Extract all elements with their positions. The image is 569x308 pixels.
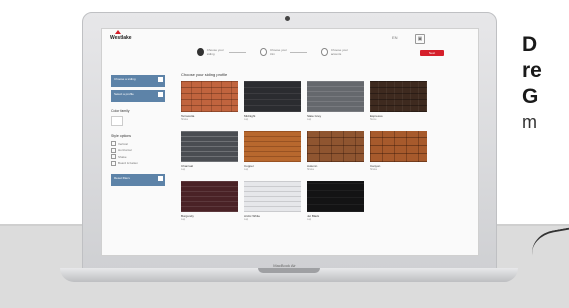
style-option-label: Board & batten <box>118 161 139 165</box>
step-label: Choose your siding <box>206 48 224 56</box>
language-selector[interactable]: EN <box>392 35 398 40</box>
product-card[interactable]: Arctic White Lap <box>244 181 301 221</box>
marketing-line-3: G <box>522 85 539 108</box>
content-title: Choose your siding profile <box>181 72 228 77</box>
brand-logo[interactable]: Westlake <box>110 35 132 41</box>
product-swatch[interactable] <box>181 131 238 162</box>
product-subtitle: Lap <box>307 218 312 221</box>
sidebar-button-label: Choose a siding <box>114 77 136 81</box>
step-label: Choose your trim <box>269 48 287 56</box>
step-progress: Choose your siding Choose your trim Choo… <box>197 48 367 56</box>
product-swatch[interactable] <box>181 181 238 212</box>
product-card[interactable]: Jet Black Lap <box>307 181 364 221</box>
product-swatch[interactable] <box>181 81 238 112</box>
product-card[interactable]: Burgundy Lap <box>181 181 238 221</box>
sidebar-button-label: Select a profile <box>114 92 134 96</box>
step-label: Choose your accents <box>330 48 348 56</box>
marketing-line-1: D <box>522 33 538 56</box>
marketing-line-4: m <box>522 112 537 132</box>
style-title: Style options <box>111 134 132 138</box>
product-subtitle: Lap <box>181 168 186 171</box>
product-subtitle: Lap <box>244 118 249 121</box>
style-option[interactable]: Board & batten <box>111 160 165 166</box>
cart-icon[interactable]: ▣ <box>415 34 425 44</box>
step-2[interactable]: Choose your trim <box>260 48 308 56</box>
checkbox-icon[interactable] <box>111 141 116 146</box>
laptop-screen: Westlake EN ▣ Next Choose your siding Ch… <box>101 28 479 256</box>
step-dot-icon <box>260 48 267 56</box>
style-option-label: Horizontal <box>118 148 132 152</box>
refresh-icon <box>158 175 163 181</box>
step-1[interactable]: Choose your siding <box>197 48 247 56</box>
style-option-label: Vertical <box>118 141 128 146</box>
product-swatch[interactable] <box>307 81 364 112</box>
step-dot-icon <box>197 48 204 56</box>
product-card[interactable]: Espresso Stone <box>370 81 427 121</box>
product-subtitle: Lap <box>307 118 312 121</box>
product-swatch[interactable] <box>370 131 427 162</box>
expand-icon <box>158 77 163 82</box>
checkbox-icon[interactable] <box>111 160 116 166</box>
style-option[interactable]: Shake <box>111 154 165 159</box>
marketing-line-2: re <box>522 59 542 82</box>
product-subtitle: Shake <box>307 168 315 171</box>
webcam-icon <box>285 16 290 21</box>
expand-icon <box>158 92 163 97</box>
product-subtitle: Shake <box>181 118 189 121</box>
product-card[interactable]: Terracotta Shake <box>181 81 238 121</box>
product-card[interactable]: Midnight Lap <box>244 81 301 121</box>
style-option[interactable]: Vertical <box>111 141 165 146</box>
sidebar-button-profile[interactable]: Select a profile <box>111 90 165 102</box>
filter-title: Color family <box>111 109 130 113</box>
product-subtitle: Lap <box>181 218 186 221</box>
step-3[interactable]: Choose your accents <box>321 48 353 56</box>
style-option[interactable]: Horizontal <box>111 147 165 153</box>
product-subtitle: Lap <box>244 168 249 171</box>
sidebar-button-siding[interactable]: Choose a siding <box>111 75 165 87</box>
product-swatch[interactable] <box>244 131 301 162</box>
reset-filters-label: Reset filters <box>114 175 130 180</box>
product-swatch[interactable] <box>370 81 427 112</box>
product-swatch[interactable] <box>307 181 364 212</box>
style-option-label: Shake <box>118 154 127 159</box>
reset-filters-button[interactable]: Reset filters <box>111 173 165 186</box>
product-card[interactable]: Copper Lap <box>244 131 301 171</box>
checkbox-icon[interactable] <box>111 154 116 159</box>
step-dot-icon <box>321 48 328 56</box>
color-family-select[interactable] <box>111 116 123 126</box>
marketing-text: D re G m <box>522 32 569 134</box>
product-swatch[interactable] <box>244 81 301 112</box>
step-connector <box>289 51 308 53</box>
product-card[interactable]: Charcoal Lap <box>181 131 238 171</box>
product-card[interactable]: Slate Grey Lap <box>307 81 364 121</box>
laptop-model-label: MacBook Air <box>273 263 296 268</box>
product-swatch[interactable] <box>307 131 364 162</box>
product-subtitle: Stone <box>370 118 377 121</box>
product-subtitle: Lap <box>244 218 249 221</box>
brand-logo-icon <box>115 30 121 34</box>
step-connector <box>228 51 247 53</box>
product-card[interactable]: Canyon Shake <box>370 131 427 171</box>
next-button[interactable]: Next <box>420 50 444 56</box>
filter-sidebar: Choose a siding Select a profile Color f… <box>111 75 165 235</box>
product-swatch[interactable] <box>244 181 301 212</box>
checkbox-icon[interactable] <box>111 147 116 153</box>
product-subtitle: Shake <box>370 168 378 171</box>
laptop-hinge-notch <box>258 268 320 273</box>
product-card[interactable]: Autumn Shake <box>307 131 364 171</box>
